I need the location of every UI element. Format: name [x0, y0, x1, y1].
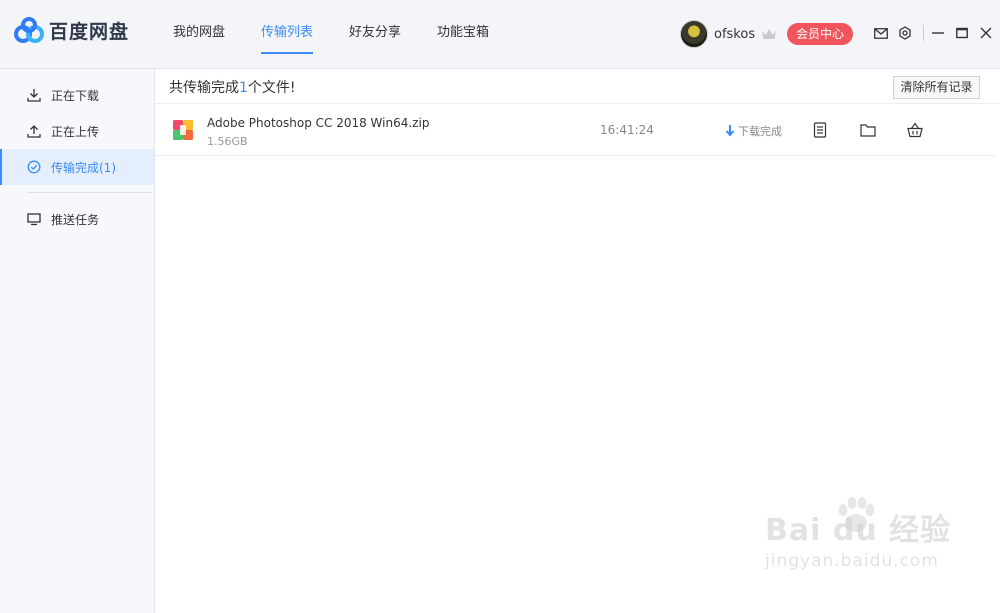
avatar[interactable] — [680, 20, 708, 48]
baidu-cloud-logo-icon — [14, 17, 44, 43]
completed-summary: 共传输完成1个文件! — [169, 77, 296, 97]
mail-icon[interactable] — [873, 25, 889, 41]
vip-center-button[interactable]: 会员中心 — [787, 23, 853, 45]
summary-suffix: 个文件! — [247, 80, 296, 96]
file-time: 16:41:24 — [600, 123, 654, 137]
main-nav: 我的网盘 传输列表 好友分享 功能宝箱 — [173, 0, 525, 69]
file-size: 1.56GB — [207, 135, 248, 148]
maximize-icon[interactable] — [954, 25, 970, 41]
clear-all-records-button[interactable]: 清除所有记录 — [893, 76, 980, 99]
tab-label: 我的网盘 — [173, 25, 226, 40]
tab-friend-share[interactable]: 好友分享 — [349, 0, 401, 69]
app-logo[interactable]: 百度网盘 — [12, 16, 129, 44]
sidebar-item-downloading[interactable]: 正在下载 — [0, 77, 154, 113]
tab-label: 好友分享 — [349, 25, 402, 40]
arrow-down-icon — [725, 125, 735, 137]
monitor-icon — [27, 212, 41, 226]
download-complete-status[interactable]: 下载完成 — [725, 123, 782, 139]
summary-count: 1 — [239, 80, 248, 96]
tab-label: 功能宝箱 — [437, 25, 490, 40]
watermark-url: jingyan.baidu.com — [765, 551, 939, 571]
active-tab-underline — [261, 52, 314, 54]
sidebar-item-label: 正在下载 — [51, 88, 100, 103]
close-icon[interactable] — [978, 25, 994, 41]
crown-icon[interactable] — [761, 27, 777, 41]
tab-my-netdisk[interactable]: 我的网盘 — [173, 0, 225, 69]
username[interactable]: ofskos — [714, 27, 755, 42]
download-icon — [27, 88, 41, 102]
window-controls — [873, 25, 1000, 41]
app-name: 百度网盘 — [49, 20, 130, 43]
tab-label: 传输列表 — [261, 25, 314, 40]
sidebar-item-uploading[interactable]: 正在上传 — [0, 113, 154, 149]
file-name[interactable]: Adobe Photoshop CC 2018 Win64.zip — [207, 116, 429, 130]
watermark: Bai du 经验 jingyan.baidu.com — [765, 497, 952, 571]
zip-file-icon — [173, 120, 193, 140]
status-text: 下载完成 — [738, 125, 782, 138]
settings-gear-icon[interactable] — [897, 25, 913, 41]
minimize-icon[interactable] — [930, 25, 946, 41]
open-folder-icon[interactable] — [860, 122, 876, 138]
sidebar-item-label: 推送任务 — [51, 212, 100, 227]
watermark-brand: Bai du 经验 — [765, 513, 952, 548]
summary-prefix: 共传输完成 — [169, 80, 239, 96]
tab-transfer-list[interactable]: 传输列表 — [261, 0, 314, 69]
transfer-sidebar: 正在下载 正在上传 传输完成(1) 推送任务 — [0, 69, 155, 613]
sidebar-item-label: 传输完成(1) — [51, 160, 116, 175]
sidebar-item-completed[interactable]: 传输完成(1) — [0, 149, 154, 185]
title-bar: 百度网盘 我的网盘 传输列表 好友分享 功能宝箱 ofskos 会员中心 — [0, 0, 1000, 69]
upload-icon — [27, 124, 41, 138]
tab-toolbox[interactable]: 功能宝箱 — [437, 0, 489, 69]
delete-record-basket-icon[interactable] — [907, 122, 923, 138]
divider — [923, 25, 924, 41]
summary-bar: 共传输完成1个文件! 清除所有记录 — [155, 69, 1000, 104]
user-info[interactable]: ofskos — [680, 20, 777, 48]
sidebar-item-label: 正在上传 — [51, 124, 100, 139]
list-item[interactable]: Adobe Photoshop CC 2018 Win64.zip 1.56GB… — [155, 105, 995, 156]
check-circle-icon — [27, 160, 41, 174]
baidu-netdisk-window: 百度网盘 我的网盘 传输列表 好友分享 功能宝箱 ofskos 会员中心 正在下… — [0, 0, 1000, 613]
sidebar-item-push-tasks[interactable]: 推送任务 — [0, 201, 154, 237]
file-details-icon[interactable] — [812, 122, 828, 138]
